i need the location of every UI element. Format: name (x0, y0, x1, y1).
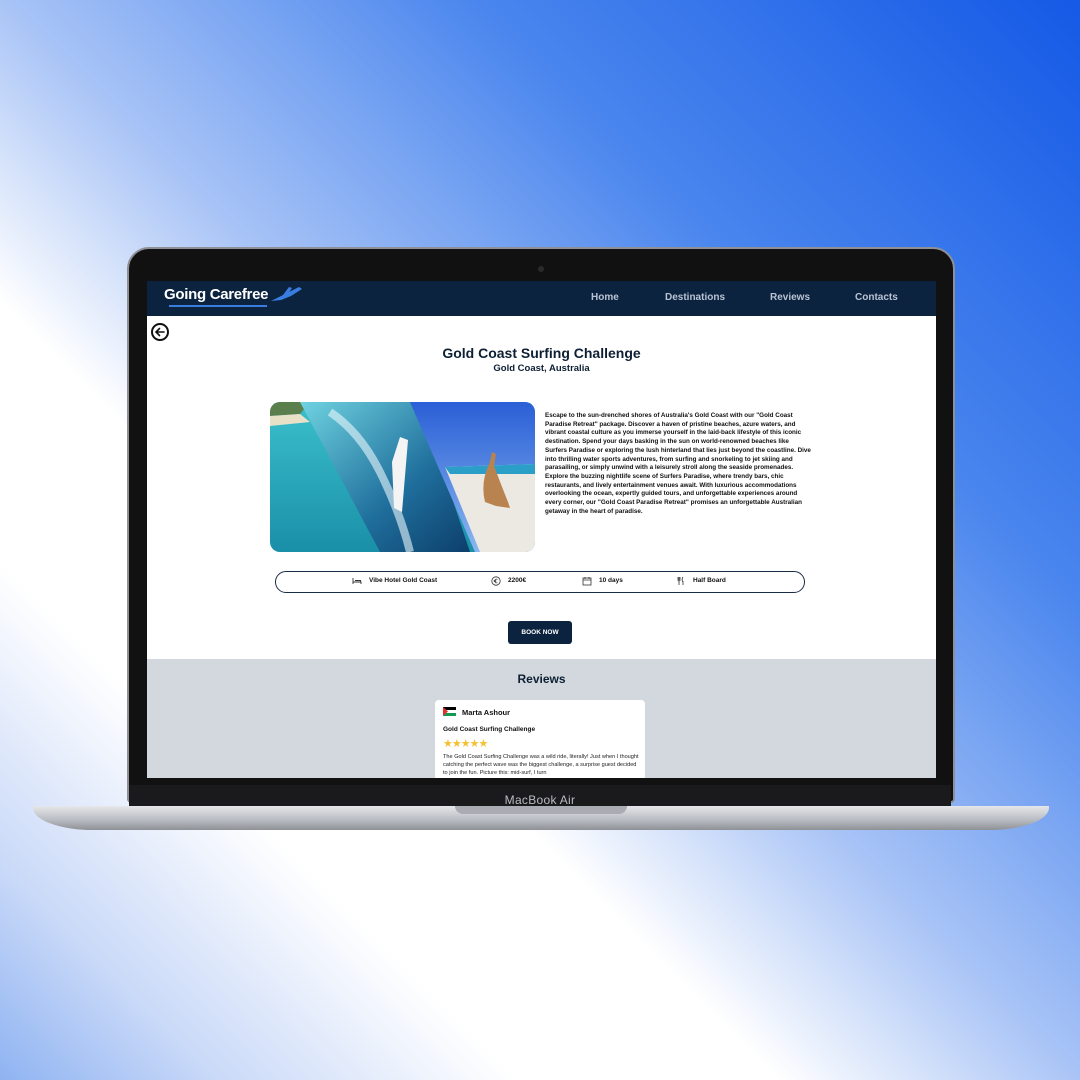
detail-board: Half Board (693, 577, 726, 584)
star-rating: ★★★★★ (443, 738, 488, 750)
back-button[interactable] (151, 323, 169, 341)
review-text: The Gold Coast Surfing Challenge was a w… (443, 754, 639, 777)
detail-hotel: Vibe Hotel Gold Coast (369, 577, 438, 584)
bed-icon (352, 578, 362, 584)
page-location: Gold Coast, Australia (493, 363, 590, 374)
cutlery-icon (677, 576, 684, 585)
review-trip-title: Gold Coast Surfing Challenge (443, 726, 536, 733)
flag-icon (443, 707, 456, 716)
detail-price: 2200€ (508, 577, 527, 584)
package-description: Escape to the sun-drenched shores of Aus… (545, 412, 811, 515)
arrow-left-icon (154, 327, 165, 337)
laptop-notch (455, 806, 627, 814)
book-now-button[interactable]: BOOK NOW (508, 621, 572, 644)
detail-duration: 10 days (599, 577, 623, 584)
page-title: Gold Coast Surfing Challenge (442, 345, 641, 361)
browser-screen: Going Carefree Home Destinations Reviews… (147, 281, 936, 778)
reviews-heading: Reviews (517, 672, 566, 686)
nav-contacts[interactable]: Contacts (855, 292, 898, 303)
airplane-icon (271, 287, 302, 301)
camera (538, 266, 544, 272)
nav-destinations[interactable]: Destinations (665, 292, 725, 303)
review-card: Marta Ashour Gold Coast Surfing Challeng… (435, 700, 645, 778)
logo-underline (169, 305, 267, 307)
reviewer-name: Marta Ashour (462, 708, 511, 717)
device-label: MacBook Air (504, 793, 576, 807)
nav-reviews[interactable]: Reviews (770, 292, 810, 303)
euro-icon (491, 576, 501, 586)
reviews-section: Reviews Marta Ashour Gold Coast Surfing … (147, 659, 936, 778)
package-details-bar: Vibe Hotel Gold Coast 2200€ 10 days Half… (275, 571, 805, 593)
logo[interactable]: Going Carefree (164, 286, 268, 303)
calendar-icon (582, 577, 592, 586)
destination-collage-image (270, 402, 535, 552)
nav-home[interactable]: Home (591, 292, 619, 303)
top-navbar: Going Carefree Home Destinations Reviews… (147, 281, 936, 316)
